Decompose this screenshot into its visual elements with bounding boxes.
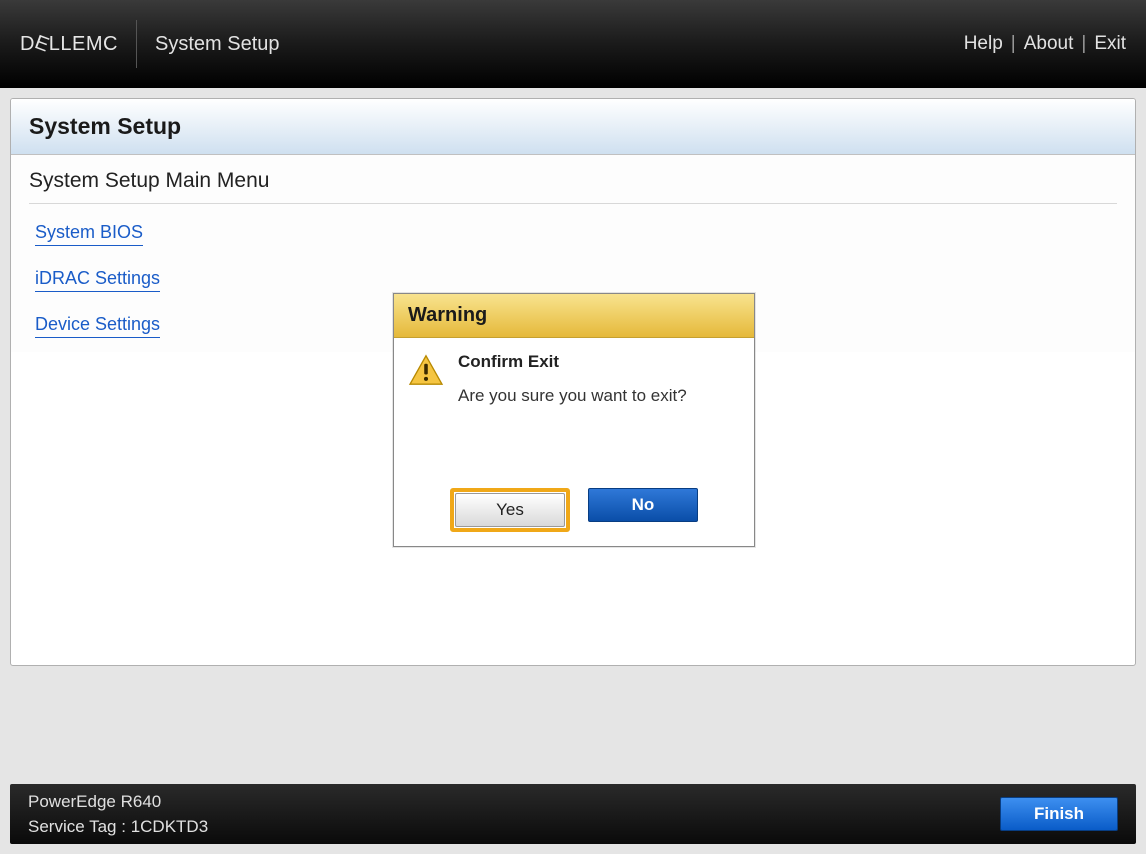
app-title: System Setup: [155, 33, 280, 56]
help-link[interactable]: Help: [964, 33, 1003, 55]
warning-icon: [408, 354, 444, 386]
footer-info: PowerEdge R640 Service Tag : 1CDKTD3: [28, 789, 208, 840]
dialog-text: Confirm Exit Are you sure you want to ex…: [458, 352, 740, 470]
exit-link[interactable]: Exit: [1094, 33, 1126, 55]
model-label: PowerEdge R640: [28, 789, 208, 815]
top-left: DELLEMC System Setup: [20, 0, 280, 88]
dialog-header: Warning: [394, 294, 754, 338]
service-tag-label: Service Tag :: [28, 817, 126, 836]
dialog-buttons: Yes No: [394, 488, 754, 546]
warning-dialog: Warning Confirm Exit Are you sure you wa…: [393, 293, 755, 547]
yes-button[interactable]: Yes: [455, 493, 565, 527]
menu-item-system-bios[interactable]: System BIOS: [35, 222, 143, 246]
dialog-title: Confirm Exit: [458, 352, 740, 372]
separator: |: [1011, 33, 1016, 55]
panel-header: System Setup: [11, 99, 1135, 155]
logo-emc: EMC: [72, 33, 118, 55]
no-button[interactable]: No: [588, 488, 698, 522]
menu-title: System Setup Main Menu: [29, 169, 1117, 204]
top-bar: DELLEMC System Setup Help | About | Exit: [0, 0, 1146, 88]
footer-bar: PowerEdge R640 Service Tag : 1CDKTD3 Fin…: [10, 784, 1136, 844]
service-tag-value: 1CDKTD3: [131, 817, 208, 836]
menu-item-idrac-settings[interactable]: iDRAC Settings: [35, 268, 160, 292]
dialog-body: Confirm Exit Are you sure you want to ex…: [394, 338, 754, 488]
separator: |: [1081, 33, 1086, 55]
about-link[interactable]: About: [1024, 33, 1074, 55]
dialog-message: Are you sure you want to exit?: [458, 386, 740, 406]
top-right-links: Help | About | Exit: [964, 33, 1126, 55]
menu-item-device-settings[interactable]: Device Settings: [35, 314, 160, 338]
yes-button-highlight: Yes: [450, 488, 570, 532]
dell-emc-logo: DELLEMC: [20, 33, 118, 56]
logo-divider: [136, 20, 137, 68]
finish-button[interactable]: Finish: [1000, 797, 1118, 831]
service-tag-row: Service Tag : 1CDKTD3: [28, 814, 208, 840]
